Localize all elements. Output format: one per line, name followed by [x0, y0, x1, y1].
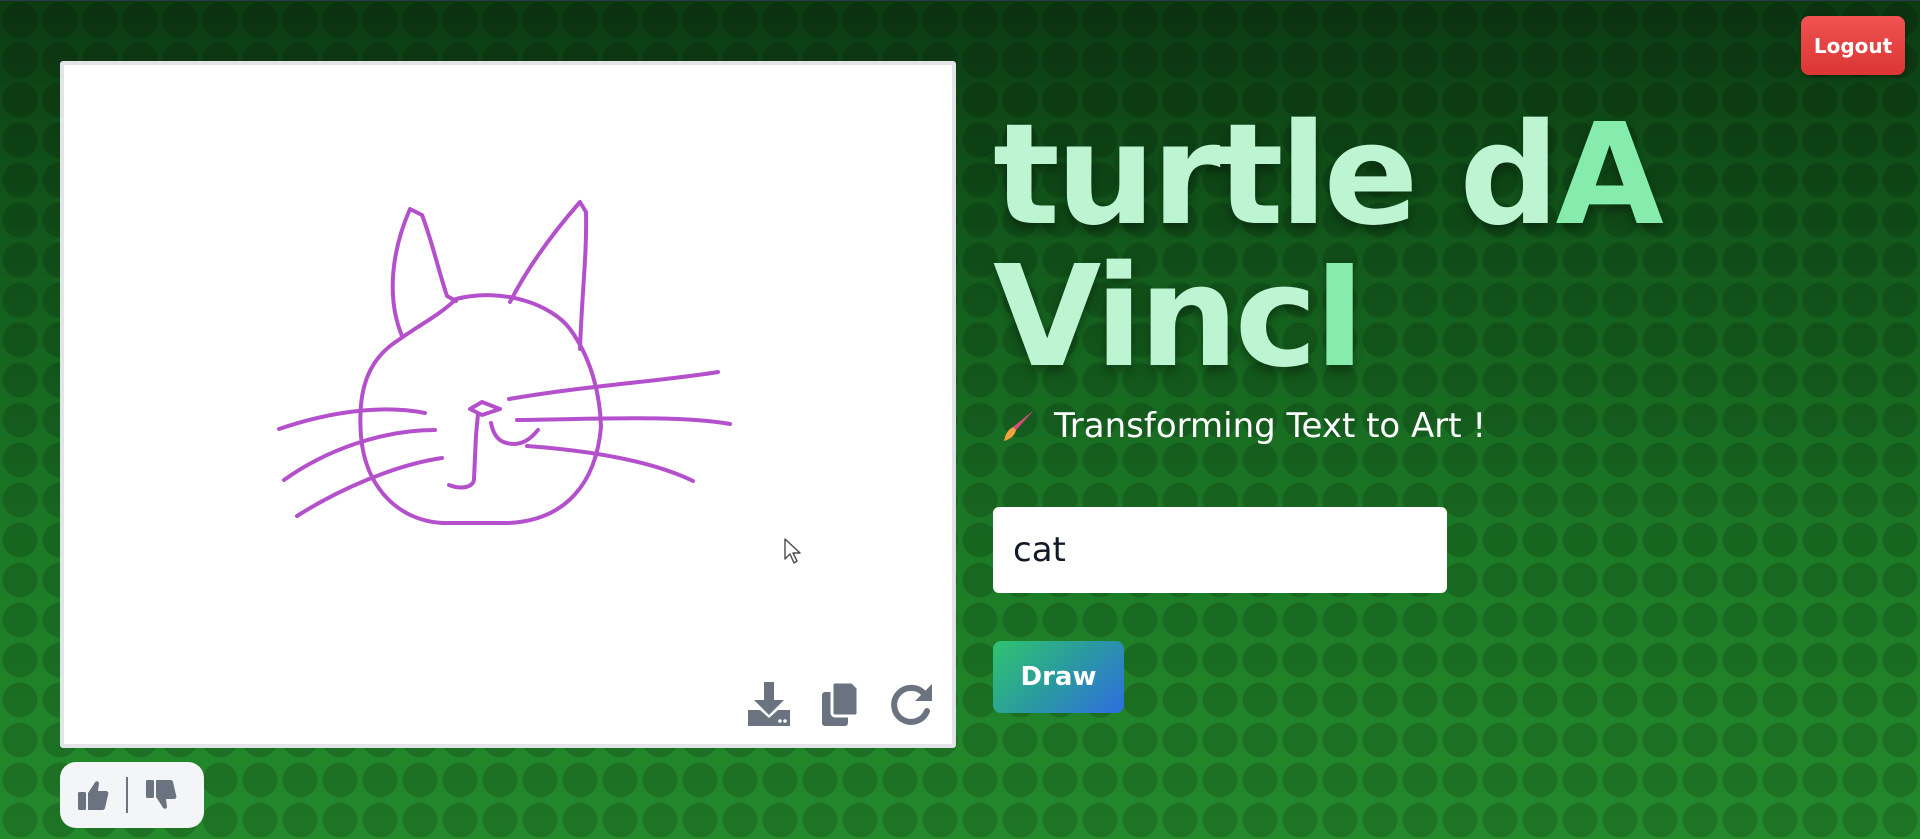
cat-drawing [277, 200, 732, 525]
copy-icon [822, 680, 860, 726]
right-ear-stroke [508, 200, 589, 351]
subtitle: Transforming Text to Art ! [1000, 406, 1486, 446]
redo-icon [891, 684, 932, 725]
page-title: turtle dA VincI [993, 105, 1664, 389]
copy-button[interactable] [815, 678, 865, 730]
mouse-cursor-icon [784, 538, 801, 564]
thumbs-up-icon [78, 781, 109, 810]
mouth-stroke [447, 412, 480, 490]
title-line1-accent: A [1555, 94, 1663, 257]
title-line2: Vinc [993, 236, 1318, 399]
thumbs-down-icon [146, 780, 177, 809]
nose-stroke [468, 400, 502, 417]
whisker-right-1 [507, 370, 720, 401]
draw-button[interactable]: Draw [993, 641, 1124, 713]
feedback-bar [60, 762, 204, 828]
subtitle-text: Transforming Text to Art ! [1054, 406, 1487, 446]
download-button[interactable] [744, 678, 794, 730]
title-line2-accent: I [1313, 236, 1366, 399]
whisker-left-1 [277, 407, 427, 431]
download-icon [748, 682, 790, 726]
whisker-right-2 [515, 416, 732, 426]
drawing-canvas[interactable] [60, 61, 956, 748]
top-border [0, 0, 1920, 1]
mouth-right-stroke [489, 421, 540, 446]
like-button[interactable] [60, 762, 126, 828]
title-line1: turtle d [993, 94, 1559, 257]
whisker-right-3 [525, 444, 695, 483]
dislike-button[interactable] [128, 762, 194, 828]
paintbrush-icon [1004, 410, 1034, 441]
left-ear-stroke [390, 207, 458, 338]
prompt-input[interactable] [993, 507, 1447, 593]
redo-button[interactable] [886, 678, 936, 730]
logout-button[interactable]: Logout [1801, 16, 1905, 75]
